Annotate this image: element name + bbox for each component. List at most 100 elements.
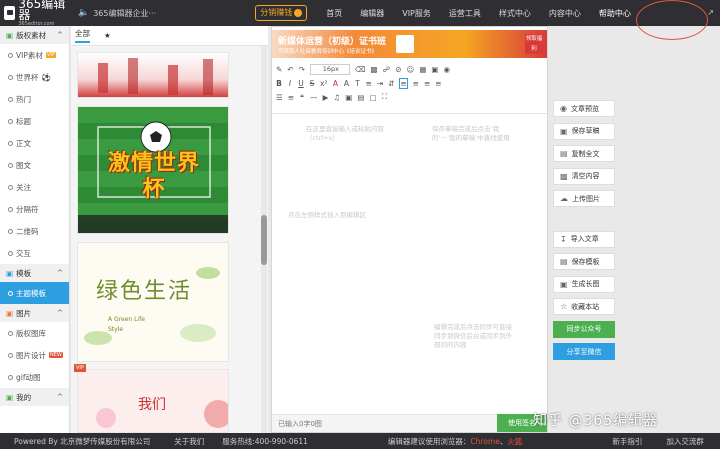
logo[interactable]: 365编辑器 365editor.com: [0, 0, 74, 27]
source-icon[interactable]: ✎: [276, 65, 282, 74]
footer-firefox[interactable]: 火狐: [507, 436, 522, 447]
sidebar-section-mine[interactable]: ▣ 我的 ^: [0, 388, 69, 406]
clear-button[interactable]: ▩ 清空内容: [553, 167, 615, 185]
banner-button[interactable]: 领取福利: [525, 34, 543, 54]
save-template-button[interactable]: ▤ 保存模板: [553, 253, 615, 270]
indent-icon[interactable]: ⇥: [377, 79, 383, 88]
footer-guide[interactable]: 新手指引: [612, 436, 642, 447]
sidebar-section-images[interactable]: ▣ 图片 ^: [0, 304, 69, 322]
spacing-icon[interactable]: ⇵: [388, 79, 394, 88]
sidebar-item-body[interactable]: 正文: [0, 132, 69, 154]
sidebar-item-qrcode[interactable]: 二维码: [0, 220, 69, 242]
link-icon[interactable]: ☍: [383, 65, 391, 74]
font-color-icon[interactable]: A: [332, 79, 338, 88]
star-icon[interactable]: ★: [104, 31, 111, 40]
import-article-button[interactable]: ↧ 导入文章: [553, 230, 615, 248]
sidebar-item-gif[interactable]: gif动图: [0, 366, 69, 388]
template-card-hands[interactable]: [77, 52, 229, 98]
hint-paste-text: 在这里直接输入或粘贴内容（ctrl+v）: [306, 125, 384, 142]
sidebar-item-theme-templates[interactable]: 主题模板: [0, 282, 69, 304]
nav-vip[interactable]: VIP服务: [393, 8, 440, 19]
image-icon[interactable]: ▣: [431, 65, 438, 74]
sidebar-section-templates[interactable]: ▣ 模板 ^: [0, 264, 69, 282]
quote-icon[interactable]: ❝: [299, 93, 305, 102]
template-card-we[interactable]: 我们: [77, 369, 229, 433]
strike-icon[interactable]: S: [309, 79, 315, 88]
picture-icon[interactable]: ▣: [345, 93, 352, 102]
dot-icon: [8, 96, 13, 102]
long-image-button[interactable]: ▣ 生成长图: [553, 275, 615, 293]
nav-help[interactable]: 帮助中心: [590, 8, 640, 19]
align-center-icon[interactable]: ≡: [413, 79, 419, 88]
worldcup-title: 激情世界杯: [107, 151, 200, 202]
share-icon[interactable]: ↗: [707, 8, 714, 17]
sidebar-item-image-design[interactable]: 图片设计 NEW: [0, 344, 69, 366]
bookmark-button[interactable]: ☆ 收藏本站: [553, 298, 615, 315]
eraser-icon[interactable]: ⌫: [355, 65, 366, 74]
download-icon: ↧: [560, 234, 567, 244]
share-wechat-button[interactable]: 分享至微信: [553, 343, 615, 360]
sidebar-item-title[interactable]: 标题: [0, 110, 69, 132]
align-left-icon[interactable]: ≡: [399, 77, 408, 89]
music-icon[interactable]: ♫: [334, 93, 341, 102]
sidebar-section-copyright[interactable]: ▣ 版权素材 ^: [0, 26, 69, 44]
table-icon[interactable]: ▦: [419, 65, 426, 74]
redo-icon[interactable]: ↷: [299, 65, 305, 74]
materials-scrollbar-thumb[interactable]: [261, 215, 267, 265]
sidebar-item-divider[interactable]: 分隔符: [0, 198, 69, 220]
sync-wechat-button[interactable]: 同步公众号: [553, 320, 615, 338]
promo-banner[interactable]: 新媒体运营（初级）证书班 可获取人社部教育培训中心《培训证书》 领取福利: [272, 30, 547, 58]
speaker-icon[interactable]: 🔈: [78, 8, 89, 18]
hr-icon[interactable]: —: [310, 93, 318, 102]
sidebar-item-interactive[interactable]: 交互: [0, 242, 69, 264]
new-badge: NEW: [49, 352, 63, 358]
item-label: 分隔符: [16, 204, 39, 214]
undo-icon[interactable]: ↶: [287, 65, 293, 74]
copy-all-button[interactable]: ▤ 复制全文: [553, 145, 615, 162]
font-size-select[interactable]: 16px: [309, 63, 350, 75]
sidebar-item-gallery[interactable]: 版权图库: [0, 322, 69, 344]
ordered-list-icon[interactable]: ≡: [288, 93, 294, 102]
sidebar-item-imagetext[interactable]: 图文: [0, 154, 69, 176]
sidebar-item-vip[interactable]: VIP素材 VIP: [0, 44, 69, 66]
chevron-up-icon: ^: [57, 309, 63, 317]
green-life-subtitle: A Green Life Style: [108, 316, 145, 333]
unlink-icon[interactable]: ⊘: [395, 65, 401, 74]
footer-chrome[interactable]: Chrome: [470, 437, 499, 446]
footer-group[interactable]: 加入交流群: [666, 436, 704, 447]
footer-about[interactable]: 关于我们: [174, 436, 204, 447]
nav-styles[interactable]: 样式中心: [490, 8, 540, 19]
nav-home[interactable]: 首页: [317, 8, 351, 19]
line-height-icon[interactable]: ≡: [365, 79, 371, 88]
preview-button[interactable]: ◉ 文章预览: [553, 100, 615, 117]
gallery-icon[interactable]: ▤: [357, 93, 364, 102]
sidebar-item-hot[interactable]: 热门: [0, 88, 69, 110]
fullscreen-icon[interactable]: ⛶: [382, 92, 388, 102]
trash-icon: ▩: [560, 171, 568, 181]
align-justify-icon[interactable]: ≡: [435, 79, 441, 88]
nav-content[interactable]: 内容中心: [540, 8, 590, 19]
template-card-worldcup[interactable]: 激情世界杯: [77, 106, 229, 234]
video-icon[interactable]: ▶: [323, 93, 329, 102]
tab-all[interactable]: 全部: [75, 28, 90, 43]
align-right-icon[interactable]: ≡: [424, 79, 430, 88]
template-card-green-life[interactable]: 绿色生活 A Green Life Style: [77, 242, 229, 362]
map-icon[interactable]: ◉: [444, 65, 451, 74]
emoji-icon[interactable]: ☺: [407, 65, 415, 74]
sidebar-item-worldcup[interactable]: 世界杯 ⚽: [0, 66, 69, 88]
save-draft-button[interactable]: ▣ 保存草稿: [553, 122, 615, 140]
crop-icon[interactable]: ▢: [369, 93, 376, 102]
format-icon[interactable]: T: [354, 79, 360, 88]
bg-color-icon[interactable]: A: [343, 79, 349, 88]
italic-icon[interactable]: I: [287, 79, 293, 88]
sidebar-item-follow[interactable]: 关注: [0, 176, 69, 198]
paint-icon[interactable]: ▩: [371, 65, 378, 74]
list-icon[interactable]: ☰: [276, 93, 283, 102]
superscript-icon[interactable]: x²: [320, 79, 327, 88]
underline-icon[interactable]: U: [298, 79, 304, 88]
upload-image-button[interactable]: ☁ 上传图片: [553, 190, 615, 207]
bold-icon[interactable]: B: [276, 79, 282, 88]
earn-button[interactable]: 分销赚钱: [255, 5, 308, 21]
nav-editor[interactable]: 编辑器: [351, 8, 393, 19]
nav-tools[interactable]: 运营工具: [440, 8, 490, 19]
